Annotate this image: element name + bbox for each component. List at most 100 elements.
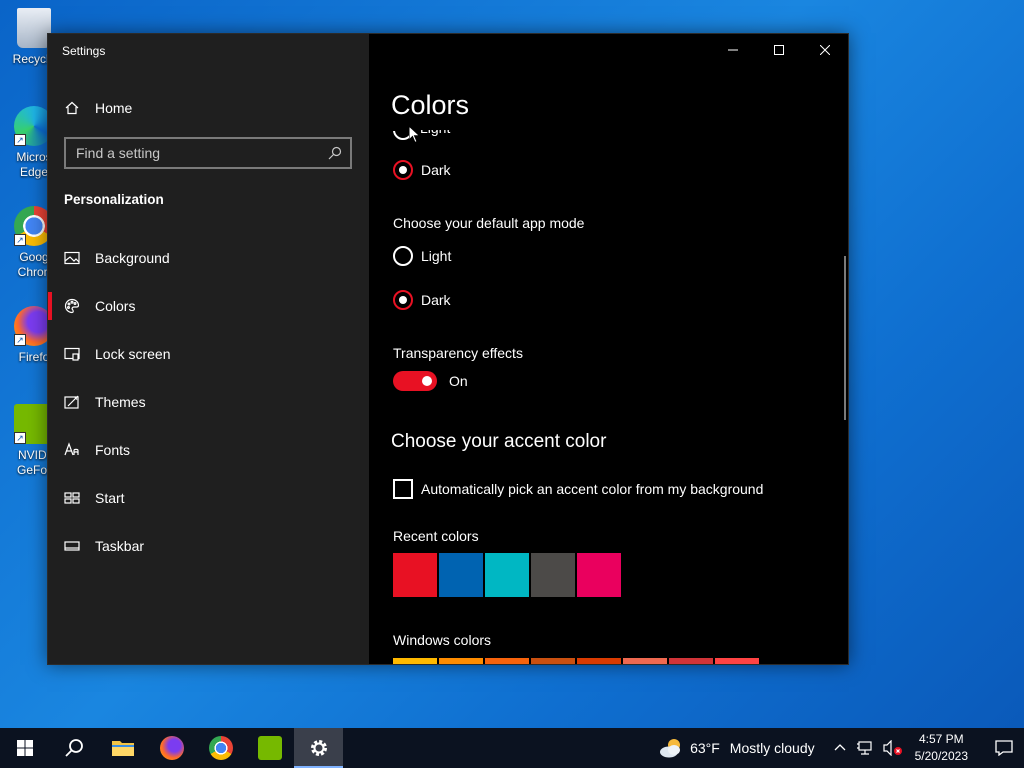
- radio-app-mode-light[interactable]: Light: [393, 246, 451, 266]
- chevron-up-icon[interactable]: [833, 741, 847, 755]
- start-icon: [64, 492, 80, 504]
- clock[interactable]: 4:57 PM 5/20/2023: [915, 731, 968, 765]
- gear-icon: [310, 740, 327, 756]
- transparency-toggle[interactable]: On: [393, 371, 468, 391]
- recent-colors-label: Recent colors: [393, 528, 479, 544]
- radio-button[interactable]: [393, 290, 413, 310]
- windows-color-swatch[interactable]: [439, 658, 483, 664]
- transparency-heading: Transparency effects: [393, 345, 523, 361]
- recent-color-swatch[interactable]: [577, 553, 621, 597]
- shortcut-arrow-icon: ↗: [14, 134, 26, 146]
- recycle-bin-icon: [17, 8, 51, 48]
- system-tray: 63°F Mostly cloudy 4:57 PM 5/20/2023: [658, 728, 1024, 768]
- chrome-taskbar-button[interactable]: [196, 728, 245, 768]
- maximize-button[interactable]: [756, 34, 802, 66]
- windows-logo-icon: [16, 740, 33, 756]
- windows-colors: [393, 658, 761, 664]
- radio-windows-mode-dark[interactable]: Dark: [393, 160, 451, 180]
- network-icon[interactable]: [856, 740, 874, 756]
- chrome-icon: [208, 736, 233, 760]
- shortcut-arrow-icon: ↗: [14, 432, 26, 444]
- close-button[interactable]: [802, 34, 848, 66]
- weather-condition: Mostly cloudy: [729, 740, 815, 756]
- tray-icons: [833, 740, 903, 756]
- windows-color-swatch[interactable]: [577, 658, 621, 664]
- nvidia-icon: [257, 736, 282, 760]
- sidebar-item-label: Colors: [95, 298, 136, 314]
- checkbox-label: Automatically pick an accent color from …: [421, 481, 764, 497]
- sidebar-item-label: Background: [95, 250, 170, 266]
- section-label: Personalization: [64, 192, 164, 207]
- accent-heading: Choose your accent color: [391, 431, 607, 452]
- windows-color-swatch[interactable]: [485, 658, 529, 664]
- sidebar-item-background[interactable]: Background: [48, 234, 369, 282]
- windows-color-swatch[interactable]: [531, 658, 575, 664]
- windows-color-swatch[interactable]: [715, 658, 759, 664]
- sidebar-item-start[interactable]: Start: [48, 474, 369, 522]
- minimize-icon: [728, 49, 738, 51]
- content-pane: Colors Light Dark Choose your default ap…: [369, 34, 848, 664]
- maximize-icon: [774, 45, 784, 55]
- radio-label: Dark: [421, 162, 451, 178]
- search-taskbar-button[interactable]: [49, 728, 98, 768]
- sidebar-item-label: Lock screen: [95, 346, 171, 362]
- sidebar-item-label: Fonts: [95, 442, 131, 458]
- sidebar-item-colors[interactable]: Colors: [48, 282, 369, 330]
- start-button[interactable]: [0, 728, 49, 768]
- volume-muted-icon[interactable]: [883, 740, 903, 756]
- nvidia-taskbar-button[interactable]: [245, 728, 294, 768]
- sidebar-item-label: Themes: [95, 394, 146, 410]
- sidebar-item-taskbar[interactable]: Taskbar: [48, 522, 369, 570]
- weather-temp: 63°F: [690, 740, 720, 756]
- radio-app-mode-dark[interactable]: Dark: [393, 290, 451, 310]
- clock-time: 4:57 PM: [918, 732, 964, 746]
- taskbar-icon: [64, 541, 80, 551]
- shortcut-arrow-icon: ↗: [14, 234, 26, 246]
- radio-button[interactable]: [393, 246, 413, 266]
- windows-color-swatch[interactable]: [393, 658, 437, 664]
- window-title: Settings: [62, 44, 106, 58]
- sidebar-item-lock-screen[interactable]: Lock screen: [48, 330, 369, 378]
- settings-window: Settings Home Personalization Background…: [47, 33, 849, 665]
- scrollbar[interactable]: [844, 256, 846, 420]
- minimize-button[interactable]: [710, 34, 756, 66]
- notification-center-button[interactable]: [984, 728, 1024, 768]
- clock-date: 5/20/2023: [914, 749, 968, 763]
- auto-accent-checkbox[interactable]: [393, 479, 413, 499]
- mouse-cursor-icon: [409, 126, 421, 144]
- radio-button[interactable]: [393, 160, 413, 180]
- search-icon: [64, 739, 83, 757]
- toggle-switch[interactable]: [393, 371, 437, 391]
- taskbar: 63°F Mostly cloudy 4:57 PM 5/20/2023: [0, 728, 1024, 768]
- settings-taskbar-button[interactable]: [294, 728, 343, 768]
- lock-screen-icon: [64, 347, 80, 361]
- themes-icon: [64, 395, 79, 409]
- folder-icon: [111, 741, 134, 756]
- close-icon: [820, 45, 830, 55]
- search-box[interactable]: [64, 137, 352, 169]
- recent-color-swatch[interactable]: [393, 553, 437, 597]
- recent-color-swatch[interactable]: [439, 553, 483, 597]
- nav-list: Background Colors Lock screen Themes Fon…: [48, 234, 369, 570]
- shortcut-arrow-icon: ↗: [14, 334, 26, 346]
- picture-icon: [64, 251, 80, 265]
- windows-color-swatch[interactable]: [623, 658, 667, 664]
- sidebar-item-fonts[interactable]: Fonts: [48, 426, 369, 474]
- auto-accent-checkbox-row[interactable]: Automatically pick an accent color from …: [393, 479, 763, 499]
- recent-color-swatch[interactable]: [485, 553, 529, 597]
- recent-color-swatch[interactable]: [531, 553, 575, 597]
- firefox-taskbar-button[interactable]: [147, 728, 196, 768]
- search-icon[interactable]: [328, 146, 342, 160]
- windows-color-swatch[interactable]: [669, 658, 713, 664]
- nav-home-label: Home: [95, 100, 133, 116]
- fonts-icon: [64, 442, 79, 456]
- page-title: Colors: [391, 90, 470, 120]
- nav-home[interactable]: Home: [64, 96, 132, 120]
- sidebar-item-themes[interactable]: Themes: [48, 378, 369, 426]
- palette-icon: [64, 298, 80, 314]
- app-mode-heading: Choose your default app mode: [393, 215, 585, 231]
- search-input[interactable]: [76, 145, 328, 161]
- file-explorer-button[interactable]: [98, 728, 147, 768]
- weather-widget[interactable]: 63°F Mostly cloudy: [658, 737, 815, 759]
- sidebar: Settings Home Personalization Background…: [48, 34, 369, 664]
